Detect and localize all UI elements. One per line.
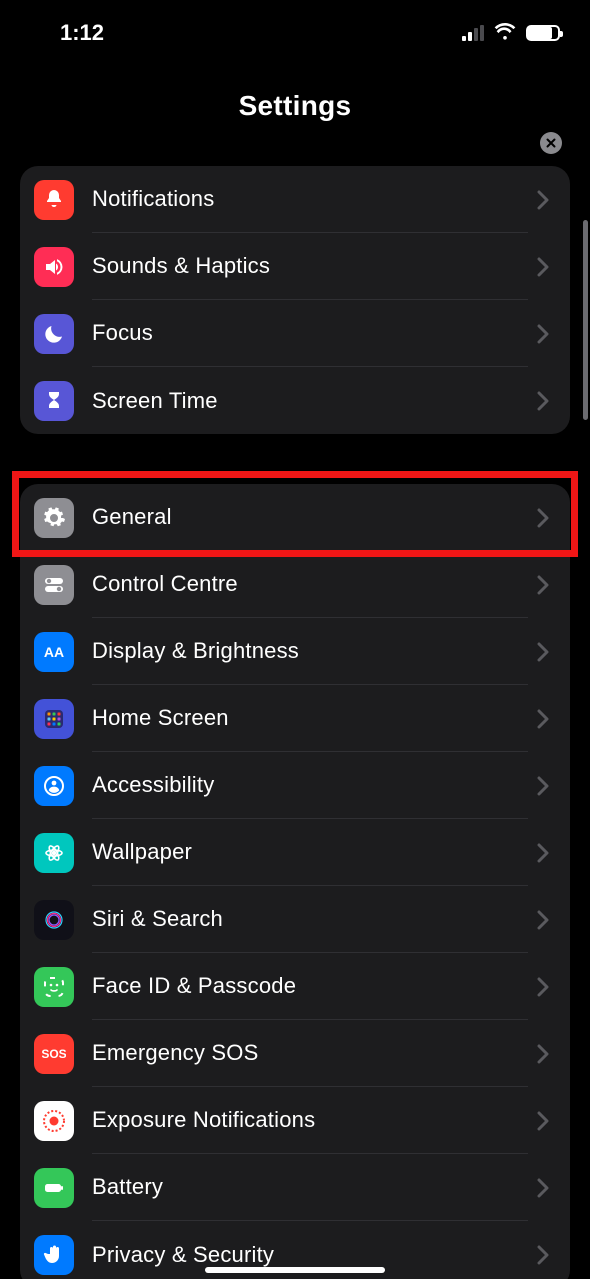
row-sounds-haptics[interactable]: Sounds & Haptics	[20, 233, 570, 300]
close-button[interactable]	[540, 132, 562, 154]
chevron-right-icon	[536, 776, 556, 796]
siri-search-label: Siri & Search	[92, 906, 223, 932]
emergency-sos-icon	[34, 1034, 74, 1074]
row-display-brightness[interactable]: Display & Brightness	[20, 618, 570, 685]
display-brightness-label: Display & Brightness	[92, 638, 299, 664]
chevron-right-icon	[536, 1245, 556, 1265]
chevron-right-icon	[536, 508, 556, 528]
emergency-sos-label: Emergency SOS	[92, 1040, 258, 1066]
control-centre-label: Control Centre	[92, 571, 238, 597]
chevron-right-icon	[536, 575, 556, 595]
row-screen-time[interactable]: Screen Time	[20, 367, 570, 434]
display-brightness-icon	[34, 632, 74, 672]
chevron-right-icon	[536, 1111, 556, 1131]
chevron-right-icon	[536, 190, 556, 210]
battery-label: Battery	[92, 1174, 163, 1200]
screen-time-label: Screen Time	[92, 388, 218, 414]
focus-icon	[34, 314, 74, 354]
row-accessibility[interactable]: Accessibility	[20, 752, 570, 819]
status-bar: 1:12	[0, 0, 590, 55]
chevron-right-icon	[536, 257, 556, 277]
general-icon	[34, 498, 74, 538]
close-icon	[545, 137, 557, 149]
wallpaper-icon	[34, 833, 74, 873]
settings-group-1: Notifications Sounds & Haptics Focus Screen…	[20, 166, 570, 434]
siri-search-icon	[34, 900, 74, 940]
battery-icon	[526, 25, 560, 41]
row-battery[interactable]: Battery	[20, 1154, 570, 1221]
scrollbar-indicator	[583, 220, 588, 420]
chevron-right-icon	[536, 1178, 556, 1198]
settings-group-2: General Control Centre Display & Brightnes…	[20, 484, 570, 1279]
row-general[interactable]: General	[20, 484, 570, 551]
sounds-haptics-icon	[34, 247, 74, 287]
notifications-icon	[34, 180, 74, 220]
settings-header: Settings	[0, 55, 590, 148]
accessibility-icon	[34, 766, 74, 806]
face-id-passcode-icon	[34, 967, 74, 1007]
exposure-notifications-label: Exposure Notifications	[92, 1107, 315, 1133]
battery-icon	[34, 1168, 74, 1208]
row-focus[interactable]: Focus	[20, 300, 570, 367]
face-id-passcode-label: Face ID & Passcode	[92, 973, 296, 999]
page-title: Settings	[0, 90, 590, 122]
chevron-right-icon	[536, 709, 556, 729]
chevron-right-icon	[536, 324, 556, 344]
cellular-signal-icon	[462, 25, 484, 41]
row-face-id-passcode[interactable]: Face ID & Passcode	[20, 953, 570, 1020]
wallpaper-label: Wallpaper	[92, 839, 192, 865]
chevron-right-icon	[536, 391, 556, 411]
sounds-haptics-label: Sounds & Haptics	[92, 253, 270, 279]
notifications-label: Notifications	[92, 186, 214, 212]
control-centre-icon	[34, 565, 74, 605]
home-screen-icon	[34, 699, 74, 739]
row-exposure-notifications[interactable]: Exposure Notifications	[20, 1087, 570, 1154]
row-emergency-sos[interactable]: Emergency SOS	[20, 1020, 570, 1087]
home-indicator[interactable]	[205, 1267, 385, 1273]
chevron-right-icon	[536, 1044, 556, 1064]
status-time: 1:12	[60, 20, 104, 46]
screen-time-icon	[34, 381, 74, 421]
status-right	[462, 19, 560, 47]
wifi-icon	[494, 19, 516, 47]
row-control-centre[interactable]: Control Centre	[20, 551, 570, 618]
focus-label: Focus	[92, 320, 153, 346]
row-wallpaper[interactable]: Wallpaper	[20, 819, 570, 886]
chevron-right-icon	[536, 642, 556, 662]
exposure-notifications-icon	[34, 1101, 74, 1141]
privacy-security-icon	[34, 1235, 74, 1275]
chevron-right-icon	[536, 843, 556, 863]
home-screen-label: Home Screen	[92, 705, 229, 731]
chevron-right-icon	[536, 977, 556, 997]
row-siri-search[interactable]: Siri & Search	[20, 886, 570, 953]
general-label: General	[92, 504, 172, 530]
accessibility-label: Accessibility	[92, 772, 214, 798]
row-notifications[interactable]: Notifications	[20, 166, 570, 233]
privacy-security-label: Privacy & Security	[92, 1242, 274, 1268]
chevron-right-icon	[536, 910, 556, 930]
row-home-screen[interactable]: Home Screen	[20, 685, 570, 752]
